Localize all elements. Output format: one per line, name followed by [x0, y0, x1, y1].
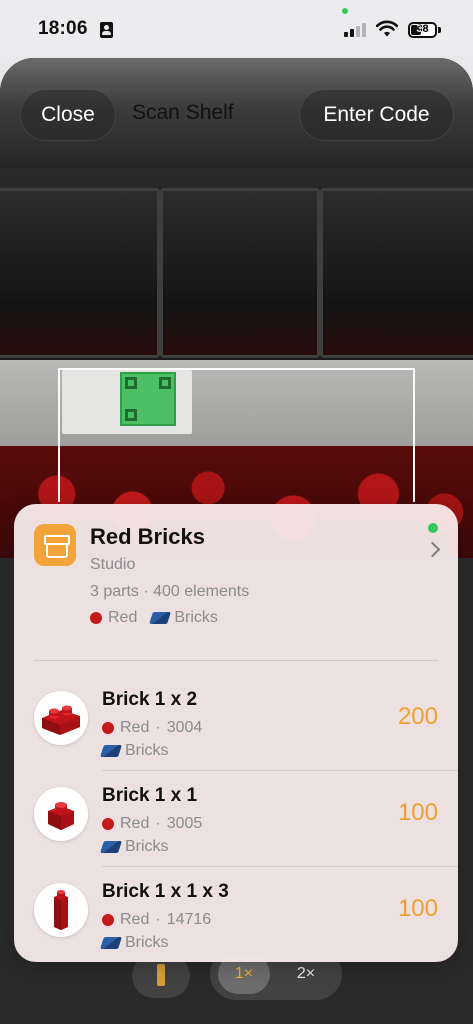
- close-button[interactable]: Close: [20, 89, 116, 141]
- bin-color-tag: Red: [108, 609, 138, 626]
- battery-level: 38: [416, 23, 429, 35]
- scan-frame: [58, 368, 415, 502]
- part-color: Red: [120, 719, 150, 736]
- camera-shelf-row: [0, 168, 473, 368]
- part-category-label: Bricks: [125, 838, 169, 855]
- brick-category-icon: [100, 841, 122, 853]
- part-category-label: Bricks: [125, 742, 169, 759]
- red-color-dot-icon: [102, 818, 114, 830]
- camera-in-use-indicator: [342, 8, 348, 14]
- archive-box-icon: [34, 524, 76, 566]
- sync-status-dot: [428, 523, 438, 533]
- part-category: Bricks: [100, 838, 169, 856]
- status-bar: 18:06 38: [0, 0, 473, 56]
- wifi-icon: [376, 20, 398, 37]
- shelf-bin: [0, 188, 160, 358]
- part-row[interactable]: Brick 1 x 1 Red · 3005 Bricks 100: [14, 771, 458, 867]
- screen-title: Scan Shelf: [132, 101, 234, 124]
- shelf-bin: [320, 188, 473, 358]
- part-number: 14716: [166, 911, 212, 928]
- bin-category-tag: Bricks: [174, 609, 218, 626]
- brick-category-icon: [100, 745, 122, 757]
- part-row[interactable]: Brick 1 x 1 x 3 Red · 14716 Bricks 100: [14, 867, 458, 962]
- part-name: Brick 1 x 1 x 3: [102, 881, 229, 902]
- part-color: Red: [120, 815, 150, 832]
- part-color: Red: [120, 911, 150, 928]
- part-thumbnail: [34, 883, 88, 937]
- battery-nub: [438, 27, 441, 33]
- chevron-right-icon: [424, 541, 441, 558]
- red-color-dot-icon: [102, 722, 114, 734]
- brick-category-icon: [149, 612, 172, 624]
- part-row[interactable]: Brick 1 x 2 Red · 3004 Bricks 200: [14, 675, 458, 771]
- bin-title: Red Bricks: [90, 524, 205, 549]
- battery-icon: 38: [408, 22, 437, 38]
- red-color-dot-icon: [90, 612, 102, 624]
- red-color-dot-icon: [102, 914, 114, 926]
- bin-details-card: Red Bricks Studio 3 parts · 400 elements…: [14, 504, 458, 962]
- part-number: 3005: [166, 815, 203, 832]
- cellular-signal-icon: [344, 23, 366, 37]
- part-category: Bricks: [100, 934, 169, 952]
- status-time: 18:06: [38, 18, 88, 39]
- part-quantity: 100: [397, 895, 438, 922]
- brick-category-icon: [100, 937, 122, 949]
- shelf-bin: [160, 188, 320, 358]
- part-name: Brick 1 x 2: [102, 689, 198, 710]
- part-meta: Red · 3005: [102, 815, 202, 833]
- divider: [34, 660, 438, 661]
- part-name: Brick 1 x 1: [102, 785, 198, 806]
- part-quantity: 100: [397, 799, 438, 826]
- part-thumbnail: [34, 691, 88, 745]
- person-card-icon: [100, 22, 113, 38]
- part-quantity: 200: [397, 703, 438, 730]
- bin-header[interactable]: Red Bricks Studio 3 parts · 400 elements…: [14, 504, 458, 660]
- flashlight-icon: [157, 964, 165, 986]
- part-meta: Red · 14716: [102, 911, 211, 929]
- part-meta: Red · 3004: [102, 719, 202, 737]
- bin-location: Studio: [90, 556, 136, 573]
- bin-summary: 3 parts · 400 elements: [90, 583, 250, 600]
- part-thumbnail: [34, 787, 88, 841]
- part-number: 3004: [166, 719, 203, 736]
- enter-code-button[interactable]: Enter Code: [299, 89, 454, 141]
- part-category: Bricks: [100, 742, 169, 760]
- bin-tags: Red Bricks: [90, 609, 218, 627]
- part-category-label: Bricks: [125, 934, 169, 951]
